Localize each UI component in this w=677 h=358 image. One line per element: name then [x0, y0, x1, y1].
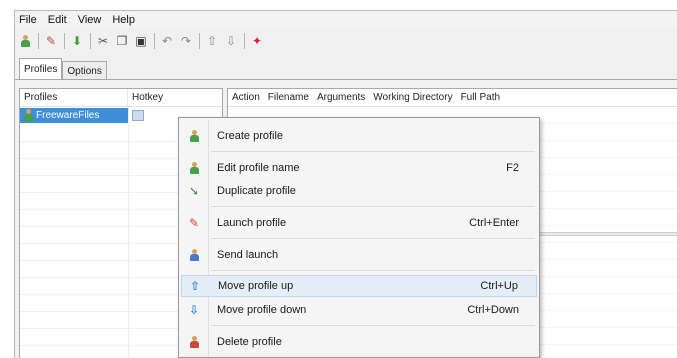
- menu-help[interactable]: Help: [112, 14, 135, 26]
- menu-file[interactable]: File: [19, 14, 37, 26]
- create-profile-icon: [181, 129, 207, 143]
- menu-item-move-profile-down[interactable]: ⇩ Move profile down Ctrl+Down: [181, 299, 537, 321]
- column-header-filename[interactable]: Filename: [268, 92, 309, 103]
- toolbar-separator: [38, 33, 39, 49]
- profile-icon: [23, 109, 33, 122]
- tab-divider: [15, 79, 677, 80]
- menu-item-send-launch[interactable]: Send launch: [181, 244, 537, 266]
- edit-profile-icon: [181, 161, 207, 175]
- launch-profile-icon: ✎: [188, 216, 200, 230]
- launch-icon[interactable]: ✎: [43, 33, 59, 49]
- add-icon[interactable]: ⬇: [69, 33, 85, 49]
- cut-icon[interactable]: ✂: [95, 33, 111, 49]
- actions-list-header: Action Filename Arguments Working Direct…: [228, 89, 677, 107]
- menu-separator: [211, 325, 535, 326]
- toolbar: ✎ ⬇ ✂ ❐ ▣ ↶ ↷ ⇧ ⇩ ✦: [15, 30, 677, 52]
- column-header-profiles[interactable]: Profiles: [20, 89, 128, 106]
- toolbar-separator: [90, 33, 91, 49]
- tab-strip: Profiles Options: [19, 58, 107, 80]
- menu-separator: [211, 151, 535, 152]
- context-menu: Create profile Edit profile name F2 ➘ Du…: [178, 117, 540, 358]
- menu-view[interactable]: View: [78, 14, 102, 26]
- duplicate-profile-icon: ➘: [188, 184, 200, 198]
- menu-item-create-profile[interactable]: Create profile: [181, 125, 537, 147]
- profile-name-cell: FreewareFiles: [20, 108, 128, 123]
- column-header-working-directory[interactable]: Working Directory: [373, 92, 452, 103]
- menu-item-delete-profile[interactable]: Delete profile: [181, 331, 537, 353]
- menu-separator: [211, 270, 535, 271]
- up-arrow-icon: ⇧: [189, 279, 201, 293]
- down-arrow-icon[interactable]: ⇩: [223, 33, 239, 49]
- menu-item-duplicate-profile[interactable]: ➘ Duplicate profile: [181, 180, 537, 202]
- menu-bar: File Edit View Help: [15, 11, 677, 28]
- profile-icon[interactable]: [17, 33, 33, 49]
- menu-item-launch-profile[interactable]: ✎ Launch profile Ctrl+Enter: [181, 212, 537, 234]
- toolbar-separator: [154, 33, 155, 49]
- menu-item-move-profile-up[interactable]: ⇧ Move profile up Ctrl+Up: [181, 275, 537, 297]
- pin-icon[interactable]: ✦: [249, 33, 265, 49]
- delete-profile-icon: [181, 335, 207, 349]
- tab-options[interactable]: Options: [62, 61, 107, 80]
- column-header-arguments[interactable]: Arguments: [317, 92, 365, 103]
- menu-item-edit-profile-name[interactable]: Edit profile name F2: [181, 157, 537, 179]
- toolbar-separator: [244, 33, 245, 49]
- redo-icon[interactable]: ↷: [178, 33, 194, 49]
- tab-profiles[interactable]: Profiles: [19, 58, 63, 80]
- context-menu-gutter: [208, 120, 209, 357]
- toolbar-separator: [199, 33, 200, 49]
- column-header-hotkey[interactable]: Hotkey: [128, 89, 222, 106]
- paste-icon[interactable]: ▣: [133, 33, 149, 49]
- toolbar-separator: [64, 33, 65, 49]
- up-arrow-icon[interactable]: ⇧: [204, 33, 220, 49]
- menu-edit[interactable]: Edit: [48, 14, 67, 26]
- down-arrow-icon: ⇩: [188, 303, 200, 317]
- column-header-action[interactable]: Action: [232, 92, 260, 103]
- menu-separator: [211, 238, 535, 239]
- profiles-list-header: Profiles Hotkey: [20, 89, 222, 107]
- copy-icon[interactable]: ❐: [114, 33, 130, 49]
- column-header-full-path[interactable]: Full Path: [461, 92, 500, 103]
- menu-separator: [211, 206, 535, 207]
- send-launch-icon: [181, 248, 207, 262]
- undo-icon[interactable]: ↶: [159, 33, 175, 49]
- column-divider: [128, 107, 129, 358]
- profile-name: FreewareFiles: [36, 110, 100, 121]
- hotkey-box: [132, 110, 144, 121]
